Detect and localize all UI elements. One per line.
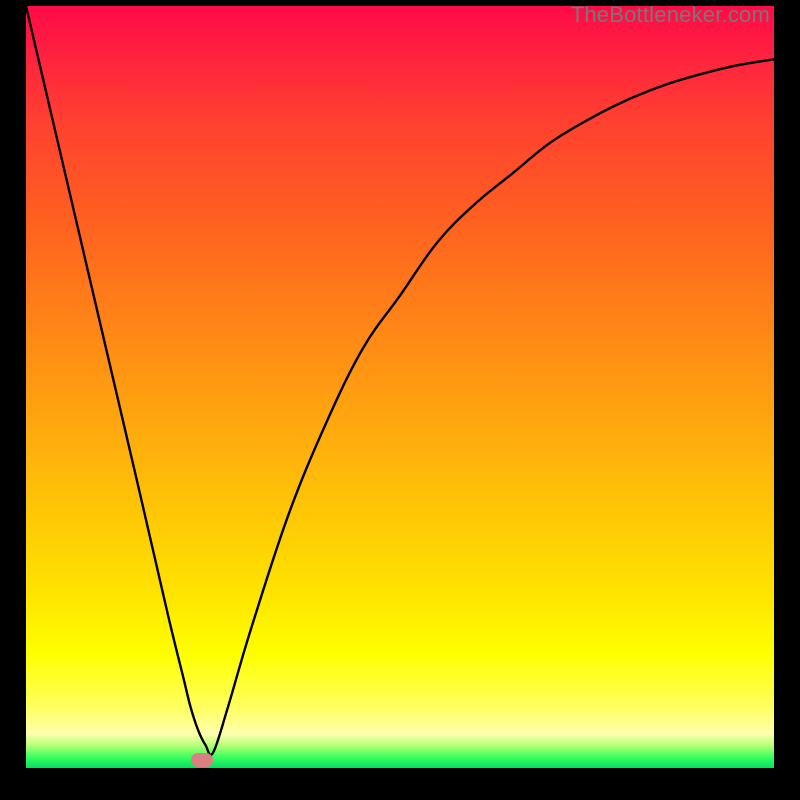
- plot-area: [26, 6, 774, 768]
- chart-stage: TheBottleneker.com: [0, 0, 800, 800]
- bottleneck-curve: [26, 6, 774, 755]
- optimal-marker: [191, 753, 213, 767]
- curve-layer: [26, 6, 774, 768]
- watermark-text: TheBottleneker.com: [571, 2, 770, 28]
